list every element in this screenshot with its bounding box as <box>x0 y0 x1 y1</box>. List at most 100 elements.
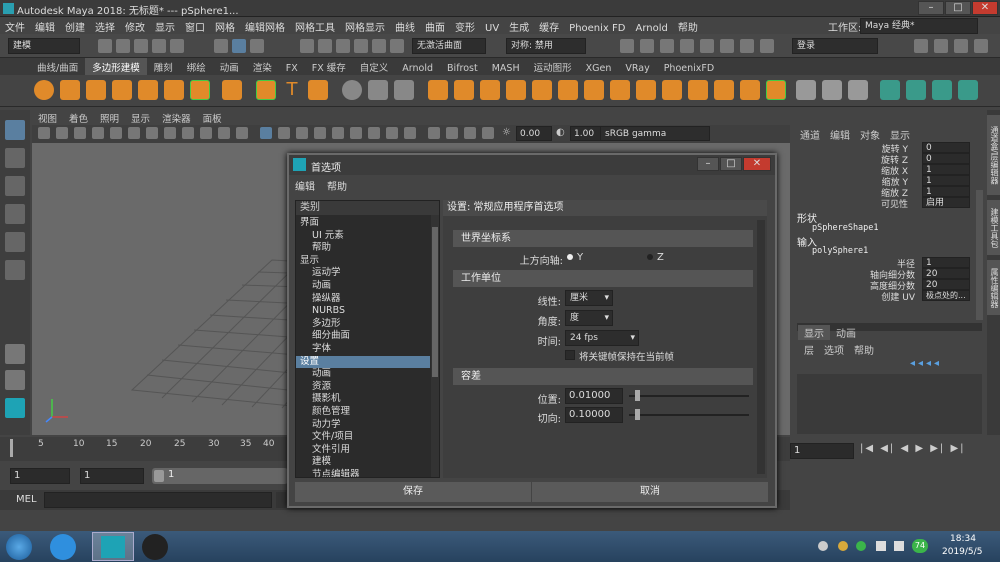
position-slider-handle[interactable] <box>635 390 640 401</box>
layout-four-icon[interactable] <box>5 370 25 390</box>
category-scrollbar[interactable] <box>431 215 439 477</box>
poly-sphere-icon[interactable] <box>34 80 54 100</box>
range-start-field[interactable]: 1 <box>10 468 70 484</box>
dialog-menu-help[interactable]: 帮助 <box>321 175 353 196</box>
category-scroll-thumb[interactable] <box>432 227 438 377</box>
svg-icon[interactable] <box>308 80 328 100</box>
cancel-button[interactable]: 取消 <box>532 482 768 502</box>
shadows-icon[interactable] <box>350 127 362 139</box>
bevel-icon[interactable] <box>610 80 630 100</box>
shelf-tab-curves[interactable]: 曲线/曲面 <box>30 58 85 76</box>
wireframe-icon[interactable] <box>260 127 272 139</box>
maya-taskbar-icon[interactable] <box>92 532 134 561</box>
sogou-browser-icon[interactable] <box>50 534 76 560</box>
select-component-icon[interactable] <box>250 39 264 53</box>
tray-badge[interactable]: 74 <box>912 539 928 553</box>
snap-surface-icon[interactable] <box>372 39 386 53</box>
workspace-dropdown[interactable]: Maya 经典* <box>860 18 978 34</box>
pause-icon[interactable] <box>740 39 754 53</box>
layer-list[interactable] <box>797 374 982 434</box>
channel-menu-channels[interactable]: 通道 <box>800 131 830 142</box>
tangent-slider-handle[interactable] <box>635 409 640 420</box>
shelf-tab-phoenixfd[interactable]: PhoenixFD <box>657 61 721 76</box>
side-tab-attribute-editor[interactable]: 属性编辑器 <box>987 260 1000 315</box>
tangent-slider-track[interactable] <box>629 414 749 416</box>
input-attr-value[interactable]: 1 <box>922 257 970 268</box>
vp-menu-shading[interactable]: 着色 <box>63 110 94 126</box>
modeling-toolkit-icon[interactable] <box>914 39 928 53</box>
open-scene-icon[interactable] <box>116 39 130 53</box>
stop-icon[interactable] <box>760 39 774 53</box>
grid-toggle-icon[interactable] <box>146 127 158 139</box>
use-all-lights-icon[interactable] <box>332 127 344 139</box>
select-tool-icon[interactable] <box>5 120 25 140</box>
category-item-selected[interactable]: 设置 <box>296 355 430 369</box>
maximize-button[interactable]: □ <box>945 1 971 15</box>
tray-volume-icon[interactable] <box>894 541 904 551</box>
xray-components-icon[interactable] <box>482 127 494 139</box>
up-axis-y-radio[interactable] <box>567 254 573 260</box>
category-item[interactable]: 多边形 <box>296 318 430 331</box>
layout-single-icon[interactable] <box>5 344 25 364</box>
input-attr-value[interactable]: 20 <box>922 279 970 290</box>
super-shape-icon[interactable] <box>256 80 276 100</box>
bookmark-icon[interactable] <box>74 127 86 139</box>
shelf-tab-animation[interactable]: 动画 <box>213 58 246 76</box>
dialog-maximize-button[interactable]: □ <box>720 157 742 171</box>
uv-editor-icon[interactable] <box>932 80 952 100</box>
category-item[interactable]: 建模 <box>296 456 430 469</box>
image-plane-icon[interactable] <box>92 127 104 139</box>
gate-mask-icon[interactable] <box>200 127 212 139</box>
smooth-icon[interactable] <box>394 80 414 100</box>
field-chart-icon[interactable] <box>218 127 230 139</box>
tool-settings-icon[interactable] <box>954 39 968 53</box>
side-tab-modeling-toolkit[interactable]: 建模工具包 <box>987 200 1000 255</box>
layer-menu-options[interactable]: 选项 <box>824 346 854 357</box>
category-item[interactable]: 帮助 <box>296 242 430 255</box>
safe-action-icon[interactable] <box>236 127 248 139</box>
mel-label[interactable]: MEL <box>16 494 37 505</box>
merge-icon[interactable] <box>688 80 708 100</box>
qq-icon[interactable] <box>142 534 168 560</box>
tray-app-icon[interactable] <box>838 541 848 551</box>
colorspace-dropdown[interactable]: sRGB gamma <box>600 126 710 141</box>
tray-wechat-icon[interactable] <box>856 541 866 551</box>
category-item[interactable]: 节点编辑器 <box>296 469 430 477</box>
dialog-menu-edit[interactable]: 编辑 <box>289 175 321 196</box>
shelf-tab-motion-graphics[interactable]: 运动图形 <box>527 58 579 76</box>
angular-dropdown[interactable]: 度 ▾ <box>565 310 613 326</box>
vp-menu-show[interactable]: 显示 <box>125 110 156 126</box>
shape-node-name[interactable]: pSphereShape1 <box>812 223 879 233</box>
tray-network-icon[interactable] <box>876 541 886 551</box>
select-hierarchy-icon[interactable] <box>214 39 228 53</box>
hypershade-icon[interactable] <box>700 39 714 53</box>
input-node-name[interactable]: polySphere1 <box>812 246 868 256</box>
redo-icon[interactable] <box>170 39 184 53</box>
extract-icon[interactable] <box>480 80 500 100</box>
channel-menu-show[interactable]: 显示 <box>890 131 910 142</box>
attribute-editor-icon[interactable] <box>934 39 948 53</box>
poly-plane-icon[interactable] <box>164 80 184 100</box>
keep-keys-checkbox[interactable] <box>565 350 575 360</box>
channel-menu-object[interactable]: 对象 <box>860 131 890 142</box>
camera-select-icon[interactable] <box>38 127 50 139</box>
uv-auto-icon[interactable] <box>906 80 926 100</box>
side-tab-channel-box[interactable]: 通道盒/层编辑器 <box>987 115 1000 195</box>
category-item[interactable]: 文件/项目 <box>296 431 430 444</box>
mode-dropdown[interactable]: 建模 <box>8 38 80 54</box>
channel-value[interactable]: 0 <box>922 153 970 164</box>
isolate-select-icon[interactable] <box>428 127 440 139</box>
paint-select-icon[interactable] <box>5 176 25 196</box>
target-weld-icon[interactable] <box>848 80 868 100</box>
exposure-field[interactable]: 0.00 <box>516 126 552 141</box>
construction-history-icon[interactable] <box>620 39 634 53</box>
channel-value[interactable]: 1 <box>922 164 970 175</box>
poly-disc-icon[interactable] <box>190 80 210 100</box>
shelf-tab-polygon[interactable]: 多边形建模 <box>85 58 147 76</box>
mirror-icon[interactable] <box>454 80 474 100</box>
shelf-tab-custom[interactable]: 自定义 <box>353 58 396 76</box>
shelf-tab-arnold[interactable]: Arnold <box>395 61 440 76</box>
category-item[interactable]: 操纵器 <box>296 293 430 306</box>
multi-cut-icon[interactable] <box>796 80 816 100</box>
xray-joints-icon[interactable] <box>464 127 476 139</box>
